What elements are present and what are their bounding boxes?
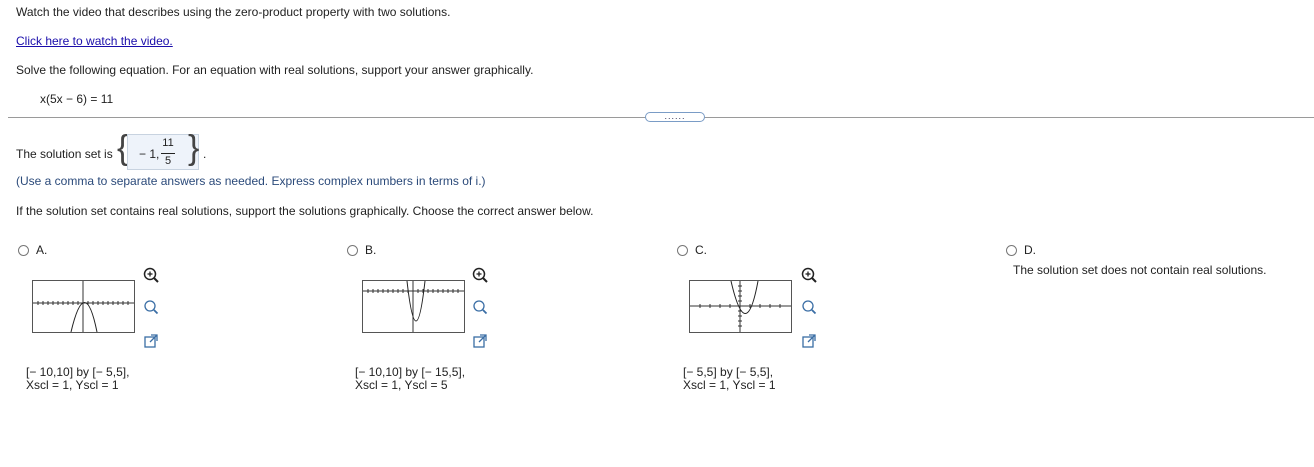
option-a-scale: Xscl = 1, Yscl = 1 [26,378,119,392]
option-b-popout-icon[interactable] [472,333,488,349]
option-b-graph[interactable] [362,280,465,333]
fraction-bar [161,153,175,154]
question-prompt: If the solution set contains real soluti… [16,204,594,218]
option-d-text: The solution set does not contain real s… [1013,263,1267,277]
answer-first-value: − 1, [139,147,160,161]
more-button[interactable]: ...... [645,112,705,122]
option-a-radio[interactable] [18,245,29,256]
option-b-radio[interactable] [347,245,358,256]
equation: x(5x − 6) = 11 [40,92,114,106]
solve-prompt: Solve the following equation. For an equ… [16,63,534,77]
option-c-scale: Xscl = 1, Yscl = 1 [683,378,776,392]
answer-period: . [203,147,207,161]
answer-hint: (Use a comma to separate answers as need… [16,174,486,188]
solution-set-label: The solution set is [16,147,113,161]
answer-denominator: 5 [164,155,172,167]
option-b-letter: B. [365,243,377,257]
watch-video-link[interactable]: Click here to watch the video. [16,34,173,48]
option-d-radio[interactable] [1006,245,1017,256]
option-a-zoom-in-icon[interactable] [143,267,159,283]
right-brace: } [188,129,200,167]
video-prompt: Watch the video that describes using the… [16,5,451,19]
answer-numerator: 11 [162,137,174,149]
option-c-popout-icon[interactable] [801,333,817,349]
option-b-zoom-in-icon[interactable] [472,267,488,283]
option-b-scale: Xscl = 1, Yscl = 5 [355,378,448,392]
option-c-letter: C. [695,243,707,257]
option-a-graph[interactable] [32,280,135,333]
option-a-letter: A. [36,243,48,257]
option-c-radio[interactable] [677,245,688,256]
option-a-zoom-out-icon[interactable] [143,299,159,315]
option-b-zoom-out-icon[interactable] [472,299,488,315]
option-c-zoom-out-icon[interactable] [801,299,817,315]
option-a-popout-icon[interactable] [143,333,159,349]
option-c-zoom-in-icon[interactable] [801,267,817,283]
option-d-letter: D. [1024,243,1036,257]
option-c-graph[interactable] [689,280,792,333]
